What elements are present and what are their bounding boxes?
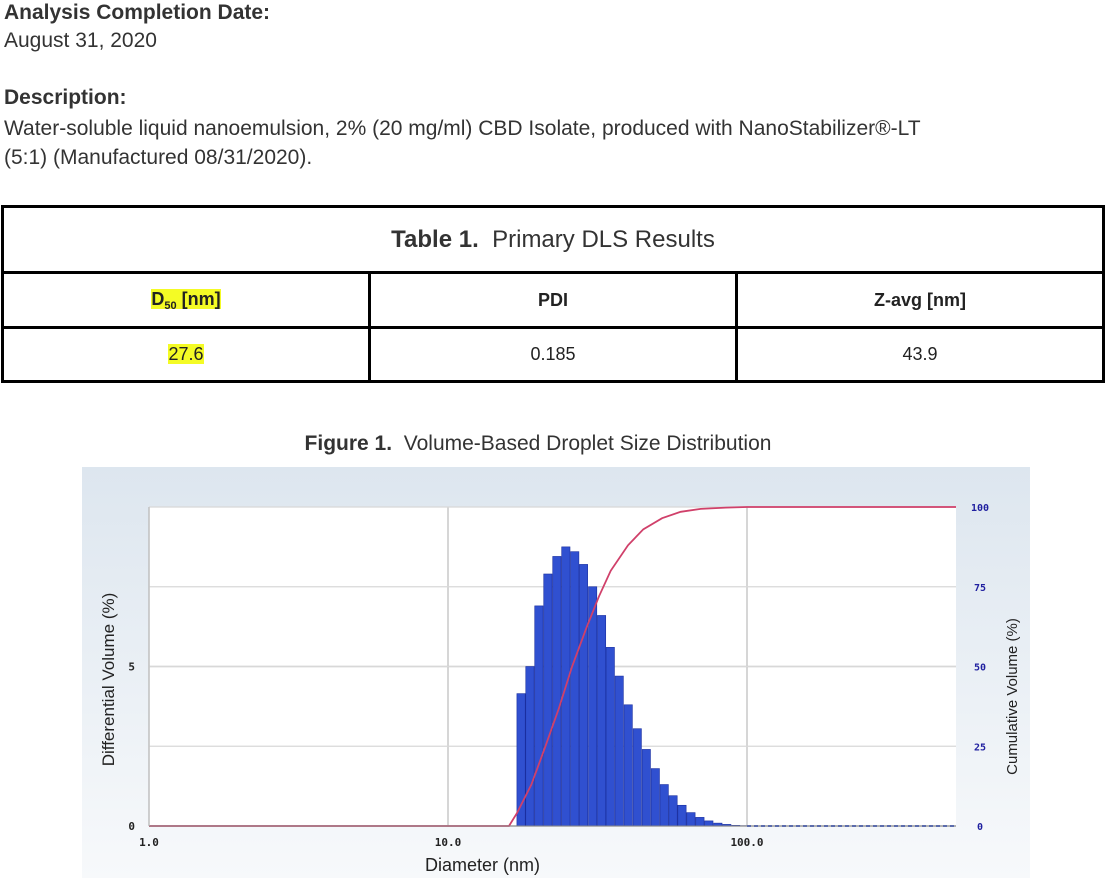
cell-d50: 27.6	[1, 326, 371, 383]
y-tick-label: 0	[128, 820, 135, 833]
bar	[570, 551, 580, 827]
figure-title: Volume-Based Droplet Size Distribution	[403, 432, 772, 455]
bar	[525, 666, 535, 827]
d50-unit: [nm]	[176, 288, 221, 309]
bar	[614, 675, 624, 827]
bar	[543, 573, 553, 827]
y2-tick-label: 0	[977, 822, 983, 833]
analysis-date-value: August 31, 2020	[4, 29, 157, 52]
figure-caption: Figure 1. Volume-Based Droplet Size Dist…	[0, 432, 1076, 456]
bar	[659, 784, 669, 827]
d50-header-highlight: D50 [nm]	[151, 288, 221, 312]
bar	[579, 564, 588, 827]
table-title: Table 1. Primary DLS Results	[1, 205, 1105, 274]
bar	[534, 605, 544, 827]
bar	[668, 795, 678, 827]
bar	[650, 768, 660, 827]
bar	[605, 647, 615, 827]
figure-number: Figure 1.	[304, 432, 393, 455]
d50-subscript: 50	[164, 299, 177, 312]
description-line-1: Water-soluble liquid nanoemulsion, 2% (2…	[4, 117, 921, 140]
cell-zavg: 43.9	[735, 326, 1105, 383]
bar	[623, 704, 633, 827]
cell-pdi: 0.185	[368, 326, 738, 383]
x-tick-label: 1.0	[139, 836, 159, 849]
bar	[552, 556, 562, 827]
y2-tick-label: 50	[974, 663, 986, 674]
bar	[677, 804, 687, 827]
y2-tick-label: 75	[974, 583, 986, 594]
bar	[695, 817, 705, 827]
bar	[704, 820, 714, 827]
y-axis-title: Differential Volume (%)	[99, 593, 118, 767]
d50-symbol: D	[151, 288, 165, 309]
bar	[588, 586, 598, 827]
table-title-text: Primary DLS Results	[492, 225, 715, 253]
droplet-size-chart: 1.0 10.0 100.0050255075100Diameter (nm)Dif…	[82, 467, 1030, 878]
table-title-number: Table 1.	[391, 225, 479, 253]
y2-axis-title: Cumulative Volume (%)	[1004, 618, 1021, 775]
dls-results-table: Table 1. Primary DLS Results D50 [nm] PD…	[1, 205, 1105, 383]
analysis-date-label: Analysis Completion Date:	[4, 1, 271, 24]
x-axis-title: Diameter (nm)	[425, 855, 540, 875]
x-tick-label: 10.0	[435, 836, 462, 849]
y-tick-label: 5	[128, 661, 135, 674]
bar	[641, 749, 651, 827]
column-header-zavg: Z-avg [nm]	[735, 271, 1105, 329]
x-tick-label: 100.0	[730, 836, 763, 849]
y2-tick-label: 100	[971, 503, 989, 514]
y2-tick-label: 25	[974, 742, 986, 753]
d50-value: 27.6	[168, 344, 204, 364]
bar	[597, 615, 607, 827]
bar	[632, 728, 642, 827]
column-header-pdi: PDI	[368, 271, 738, 329]
table-row: 27.6 0.185 43.9	[1, 326, 1105, 383]
description-line-2: (5:1) (Manufactured 08/31/2020).	[4, 146, 313, 169]
description-label: Description:	[4, 86, 127, 109]
column-header-d50: D50 [nm]	[1, 271, 371, 329]
bar	[686, 812, 696, 827]
